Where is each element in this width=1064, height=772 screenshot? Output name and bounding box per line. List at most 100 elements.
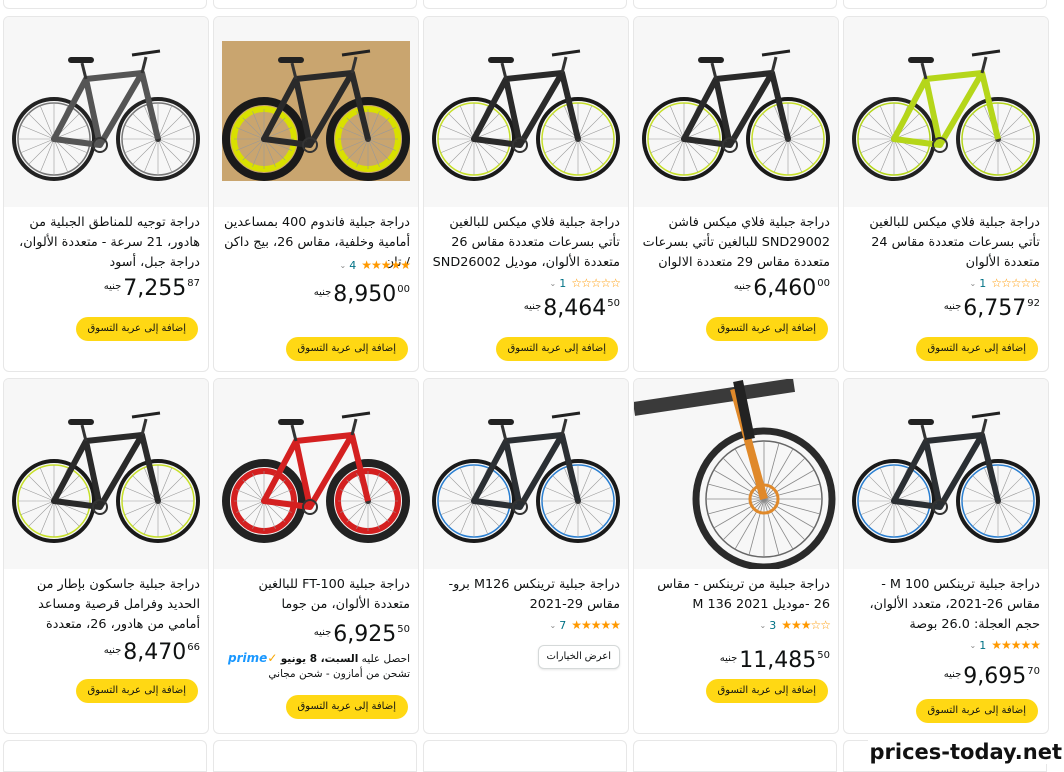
add-to-cart-button[interactable]: إضافة إلى عربة التسوق xyxy=(76,679,198,703)
currency-label: جنيه xyxy=(734,281,752,292)
product-card[interactable]: دراجة جبلية فلاي ميكس للبالغين تأتي بسرع… xyxy=(423,16,629,372)
rating[interactable]: ⌄1 ★★★★★ xyxy=(844,635,1048,655)
rating[interactable]: ⌄1 ☆☆☆☆☆ xyxy=(424,273,628,293)
currency-label: جنيه xyxy=(720,653,738,664)
product-title[interactable]: دراجة جبلية ترينكس M126 برو-مقاس 29-2021 xyxy=(424,575,628,615)
add-to-cart-button[interactable]: إضافة إلى عربة التسوق xyxy=(76,317,198,341)
product-card[interactable]: دراجة جبلية FT-100 للبالغين متعددة الألو… xyxy=(213,378,419,734)
product-image[interactable] xyxy=(844,379,1048,569)
product-title[interactable]: دراجة جبلية FT-100 للبالغين متعددة الألو… xyxy=(214,575,418,619)
price-fraction: 87 xyxy=(187,278,200,289)
currency-label: جنيه xyxy=(104,281,122,292)
add-to-cart-button[interactable]: إضافة إلى عربة التسوق xyxy=(916,699,1038,723)
star-rating-icon: ★★★☆☆ xyxy=(781,618,830,632)
chevron-down-icon: ⌄ xyxy=(340,261,347,270)
rating-count[interactable]: 1 xyxy=(979,277,986,290)
chevron-down-icon: ⌄ xyxy=(970,641,977,650)
price-whole: 6,925 xyxy=(333,621,396,649)
price: جنيه6,75792 xyxy=(844,295,1048,325)
card-stub xyxy=(213,740,417,772)
product-title[interactable]: دراجة توجيه للمناطق الجبلية من هادور، 21… xyxy=(4,213,208,273)
price-fraction: 00 xyxy=(817,278,830,289)
price: جنيه11,48550 xyxy=(634,647,838,677)
product-card[interactable]: دراجة جبلية ترينكس M 100 - مقاس 26-2021،… xyxy=(843,378,1049,734)
product-image[interactable] xyxy=(424,17,628,207)
product-image[interactable] xyxy=(844,17,1048,207)
product-title[interactable]: دراجة جبلية فلاي ميكس للبالغين تأتي بسرع… xyxy=(844,213,1048,273)
delivery-date: السبت، 8 يونيو xyxy=(281,653,359,665)
rating[interactable]: ⌄1☆☆☆☆☆ xyxy=(844,273,1048,293)
see-options-button[interactable]: اعرض الخيارات xyxy=(538,645,621,669)
add-to-cart-button[interactable]: إضافة إلى عربة التسوق xyxy=(916,337,1038,361)
price-whole: 8,464 xyxy=(543,295,606,323)
product-card[interactable]: دراجة جبلية فاندوم 400 بمساعدين أمامية و… xyxy=(213,16,419,372)
product-image[interactable] xyxy=(4,17,208,207)
product-card[interactable]: دراجة جبلية جاسكون بإطار من الحديد وفرام… xyxy=(3,378,209,734)
card-stub xyxy=(3,740,207,772)
card-stub xyxy=(633,0,837,9)
bike-icon xyxy=(4,379,208,569)
price-whole: 6,460 xyxy=(753,275,816,303)
bike-icon xyxy=(214,379,418,569)
add-to-cart-button[interactable]: إضافة إلى عربة التسوق xyxy=(286,695,408,719)
currency-label: جنيه xyxy=(944,301,962,312)
rating-count[interactable]: 1 xyxy=(979,639,986,652)
rating[interactable]: ⌄7★★★★★ xyxy=(424,615,628,635)
currency-label: جنيه xyxy=(314,627,332,638)
price-whole: 7,255 xyxy=(123,275,186,303)
product-title[interactable]: دراجة جبلية جاسكون بإطار من الحديد وفرام… xyxy=(4,575,208,635)
product-image[interactable] xyxy=(214,379,418,569)
rating-count[interactable]: 1 xyxy=(559,277,566,290)
bike-icon xyxy=(634,379,838,569)
card-stub xyxy=(213,0,417,9)
product-card[interactable]: دراجة جبلية من ترينكس - مقاس 26 -موديل M… xyxy=(633,378,839,734)
bike-icon xyxy=(844,17,1048,207)
currency-label: جنيه xyxy=(524,301,542,312)
rating-count[interactable]: 3 xyxy=(769,619,776,632)
card-stub xyxy=(843,0,1047,9)
chevron-down-icon: ⌄ xyxy=(550,621,557,630)
product-title[interactable]: دراجة جبلية ترينكس M 100 - مقاس 26-2021،… xyxy=(844,575,1048,635)
prime-delivery: احصل عليه السبت، 8 يونيو ✓prime xyxy=(214,651,418,667)
price-fraction: 66 xyxy=(187,642,200,653)
product-card[interactable]: دراجة جبلية فلاي ميكس فاشن SND29002 للبا… xyxy=(633,16,839,372)
price-whole: 9,695 xyxy=(963,663,1026,691)
product-title[interactable]: دراجة جبلية فلاي ميكس فاشن SND29002 للبا… xyxy=(634,213,838,273)
price-whole: 8,470 xyxy=(123,639,186,667)
rating-count[interactable]: 4 xyxy=(349,259,356,272)
product-image[interactable] xyxy=(634,379,838,569)
product-title[interactable]: دراجة جبلية من ترينكس - مقاس 26 -موديل M… xyxy=(634,575,838,615)
currency-label: جنيه xyxy=(944,669,962,680)
product-title[interactable]: دراجة جبلية فلاي ميكس للبالغين تأتي بسرع… xyxy=(424,213,628,273)
star-rating-icon: ★★★★★ xyxy=(991,638,1040,652)
product-image[interactable] xyxy=(214,17,418,207)
star-rating-icon: ★★★★★ xyxy=(361,258,410,272)
price-whole: 6,757 xyxy=(963,295,1026,323)
product-card[interactable]: دراجة توجيه للمناطق الجبلية من هادور، 21… xyxy=(3,16,209,372)
price: جنيه8,46450 xyxy=(424,295,628,325)
rating-count[interactable]: 7 xyxy=(559,619,566,632)
product-image[interactable] xyxy=(424,379,628,569)
product-card[interactable]: دراجة جبلية فلاي ميكس للبالغين تأتي بسرع… xyxy=(843,16,1049,372)
check-icon: ✓ xyxy=(267,651,277,665)
product-card[interactable]: دراجة جبلية ترينكس M126 برو-مقاس 29-2021… xyxy=(423,378,629,734)
price: جنيه8,95000 xyxy=(214,281,418,311)
product-image[interactable] xyxy=(634,17,838,207)
product-image[interactable] xyxy=(4,379,208,569)
bike-icon xyxy=(844,379,1048,569)
price-fraction: 50 xyxy=(607,298,620,309)
bike-icon xyxy=(214,17,418,207)
add-to-cart-button[interactable]: إضافة إلى عربة التسوق xyxy=(706,679,828,703)
add-to-cart-button[interactable]: إضافة إلى عربة التسوق xyxy=(496,337,618,361)
price-fraction: 00 xyxy=(397,284,410,295)
star-rating-icon: ☆☆☆☆☆ xyxy=(571,276,620,290)
add-to-cart-button[interactable]: إضافة إلى عربة التسوق xyxy=(706,317,828,341)
rating[interactable]: ⌄3 ★★★☆☆ xyxy=(634,615,838,635)
bike-icon xyxy=(424,379,628,569)
add-to-cart-button[interactable]: إضافة إلى عربة التسوق xyxy=(286,337,408,361)
chevron-down-icon: ⌄ xyxy=(970,279,977,288)
chevron-down-icon: ⌄ xyxy=(760,621,767,630)
chevron-down-icon: ⌄ xyxy=(550,279,557,288)
price-fraction: 70 xyxy=(1027,666,1040,677)
price: جنيه7,25587 xyxy=(4,275,208,305)
